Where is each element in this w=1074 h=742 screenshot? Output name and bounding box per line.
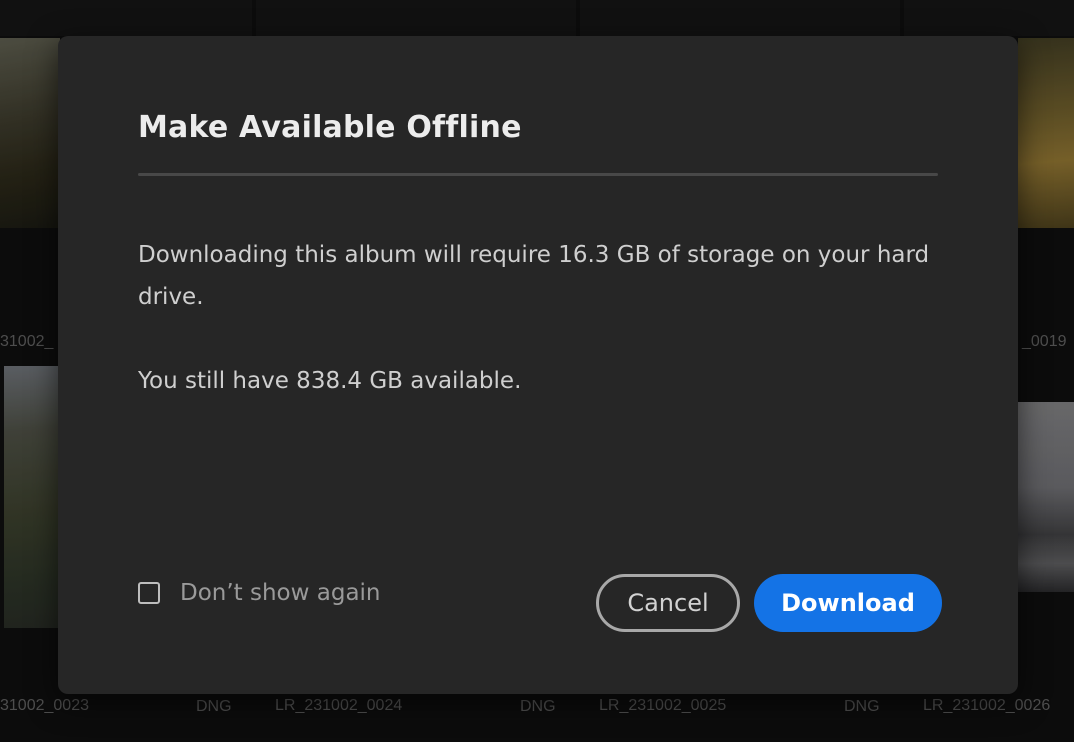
storage-available-message: You still have 838.4 GB available. [138, 368, 522, 394]
dont-show-again-checkbox-row[interactable]: Don’t show again [138, 580, 381, 606]
cancel-button[interactable]: Cancel [596, 574, 740, 632]
dialog-title: Make Available Offline [138, 110, 522, 145]
dont-show-again-label: Don’t show again [180, 580, 381, 606]
title-divider [138, 173, 938, 176]
storage-required-message: Downloading this album will require 16.3… [138, 242, 930, 310]
download-button[interactable]: Download [754, 574, 942, 632]
offline-dialog: Make Available Offline Downloading this … [58, 36, 1018, 694]
dont-show-again-checkbox[interactable] [138, 582, 160, 604]
